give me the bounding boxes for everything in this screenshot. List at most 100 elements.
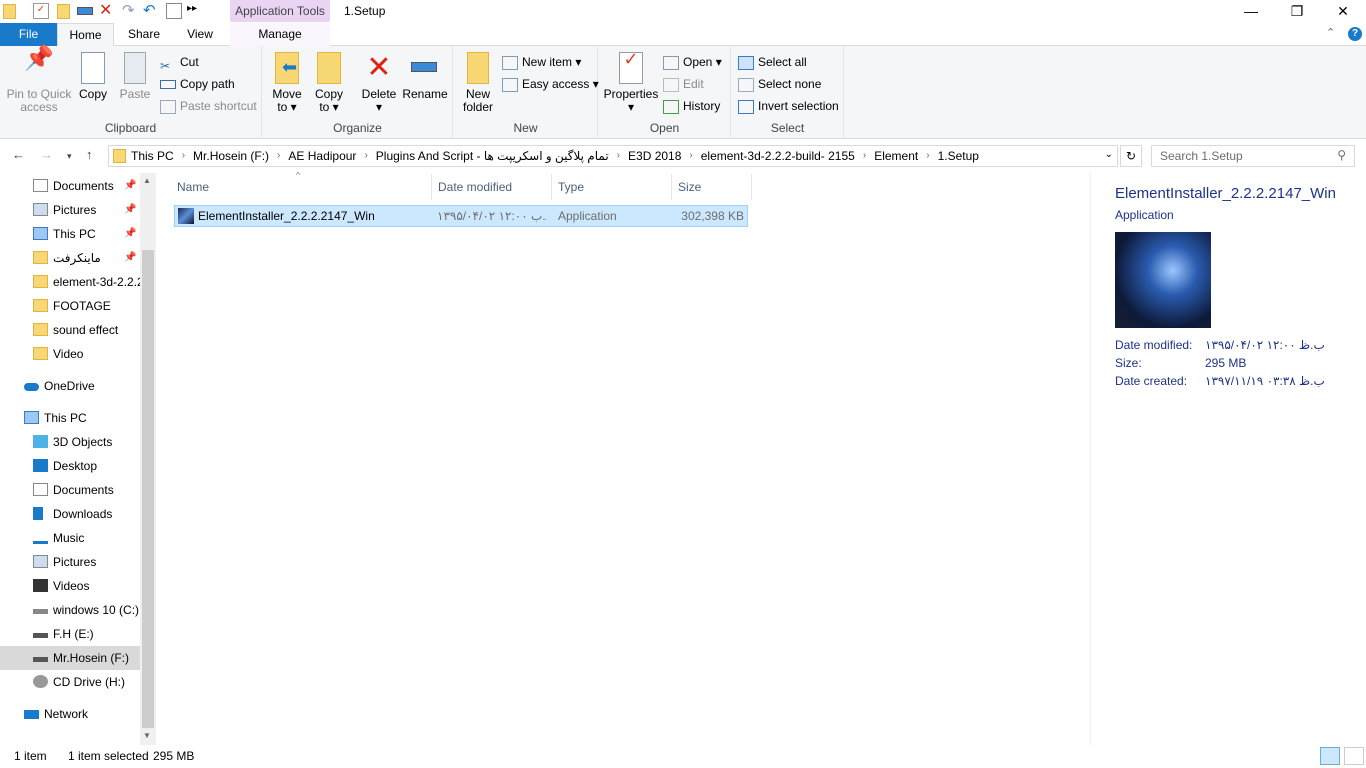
back-button[interactable]: ← [12,147,25,162]
sidebar-item-pc[interactable]: Mr.Hosein (F:) [0,646,140,670]
breadcrumb-item[interactable]: This PC [131,149,174,163]
breadcrumb-item[interactable]: E3D 2018 [628,149,681,163]
pin-quick-access-button[interactable]: 📌 Pin to Quick access [4,46,74,114]
undo-icon[interactable]: ↶ [143,3,159,19]
easy-access-button[interactable]: Easy access ▾ [502,74,599,94]
breadcrumb-separator-icon[interactable]: › [617,150,620,161]
sidebar-item-this-pc[interactable]: This PC [0,406,140,430]
tab-manage[interactable]: Manage [230,23,330,46]
property-label: Date modified: [1115,338,1193,352]
minimize-button[interactable]: — [1228,0,1274,22]
address-bar[interactable]: This PC › Mr.Hosein (F:) › AE Hadipour › Plugi… [108,145,1118,167]
large-icons-view-button[interactable] [1344,747,1364,765]
sidebar-item-pc[interactable]: F.H (E:) [0,622,140,646]
copy-path-button[interactable]: Copy path [160,74,235,94]
column-header-type[interactable]: Type [552,174,672,200]
breadcrumb-item[interactable]: AE Hadipour [288,149,356,163]
redo-icon[interactable]: ↷ [122,3,138,19]
breadcrumb-item[interactable]: 1.Setup [938,149,979,163]
new-folder-button[interactable]: New folder [460,46,496,114]
help-icon[interactable]: ? [1348,27,1362,41]
sidebar-item-quick-access[interactable]: element-3d-2.2.2 [0,270,140,294]
address-dropdown-icon[interactable]: ⌄ [1105,149,1113,160]
sidebar-item-label: This PC [53,227,96,241]
breadcrumb-item[interactable]: Element [874,149,918,163]
sidebar-item-pc[interactable]: Videos [0,574,140,598]
copy-to-button[interactable]: Copy to ▾ [309,46,349,114]
invert-selection-button[interactable]: Invert selection [738,96,839,116]
column-header-date[interactable]: Date modified [432,174,552,200]
sidebar-item-quick-access[interactable]: ماینکرفت 📌 [0,246,140,270]
properties-button[interactable]: ✓ Properties ▾ [603,46,659,114]
sidebar-item-pc[interactable]: CD Drive (H:) [0,670,140,694]
sidebar-item-pc[interactable]: Pictures [0,550,140,574]
sidebar-item-label: Documents [53,483,114,497]
group-label-organize: Organize [333,121,382,135]
rename-button[interactable]: Rename [401,46,449,101]
select-all-button[interactable]: Select all [738,52,807,72]
breadcrumb-item[interactable]: Mr.Hosein (F:) [193,149,269,163]
sidebar-item-pc[interactable]: Downloads [0,502,140,526]
edit-button[interactable]: Edit [663,74,704,94]
forward-button[interactable]: → [40,147,53,162]
properties-icon[interactable]: ✓ [33,3,49,19]
new-item-button[interactable]: New item ▾ [502,52,581,72]
move-to-button[interactable]: ⬅ Move to ▾ [267,46,307,114]
sidebar-item-onedrive[interactable]: OneDrive [0,374,140,398]
tab-share[interactable]: Share [118,23,170,46]
file-row[interactable]: ElementInstaller_2.2.2.2147_Win ۱۳۹۵/۰۴/… [174,205,748,227]
copy-icon[interactable] [166,3,182,19]
breadcrumb-separator-icon[interactable]: › [182,150,185,161]
up-button[interactable]: ↑ [86,147,93,162]
column-header-name[interactable]: Name [171,174,432,200]
breadcrumb-separator-icon[interactable]: › [364,150,367,161]
tab-home[interactable]: Home [57,23,114,47]
scroll-up-arrow[interactable]: ▲ [143,176,151,185]
delete-icon[interactable]: ✕ [99,3,115,19]
cut-button[interactable]: ✂ Cut [160,52,199,73]
breadcrumb-separator-icon[interactable]: › [863,150,866,161]
tab-file[interactable]: File [0,23,57,46]
more-icon[interactable]: ▸▸ [187,3,203,19]
copy-to-icon [317,52,341,84]
details-view-button[interactable] [1320,747,1340,765]
paste-shortcut-button[interactable]: Paste shortcut [160,96,257,116]
sidebar-item-quick-access[interactable]: Pictures 📌 [0,198,140,222]
sidebar-item-quick-access[interactable]: FOOTAGE [0,294,140,318]
open-button[interactable]: Open ▾ [663,52,722,72]
collapse-ribbon-icon[interactable]: ⌃ [1326,26,1335,39]
paste-button[interactable]: Paste [118,46,152,101]
breadcrumb-separator-icon[interactable]: › [277,150,280,161]
sidebar-item-pc[interactable]: Desktop [0,454,140,478]
select-none-button[interactable]: Select none [738,74,821,94]
sidebar-item-pc[interactable]: 3D Objects [0,430,140,454]
breadcrumb-separator-icon[interactable]: › [689,150,692,161]
breadcrumb-item[interactable]: element-3d-2.2.2-build- 2155 [701,149,855,163]
breadcrumb-item[interactable]: Plugins And Script - تمام پلاگین و اسکری… [376,149,609,163]
file-date: ۱۳۹۵/۰۴/۰۲ ب ۱۲:۰۰.... [437,209,547,223]
new-folder-icon[interactable] [57,4,70,19]
close-button[interactable]: ✕ [1320,0,1366,22]
copy-button[interactable]: Copy [76,46,110,101]
sidebar-item-pc[interactable]: windows 10 (C:) [0,598,140,622]
history-button[interactable]: History [663,96,720,116]
search-input[interactable]: Search 1.Setup ⚲ [1151,145,1355,167]
sidebar-item-quick-access[interactable]: Video [0,342,140,366]
status-bar: 1 item 1 item selected 295 MB [0,745,1366,768]
sidebar-scrollbar-thumb[interactable] [142,250,154,728]
sidebar-item-quick-access[interactable]: sound effect [0,318,140,342]
recent-locations-button[interactable]: ▾ [67,151,72,162]
maximize-button[interactable]: ❐ [1274,0,1320,22]
sidebar-item-network[interactable]: Network [0,702,140,726]
sidebar-item-quick-access[interactable]: Documents 📌 [0,174,140,198]
sidebar-item-pc[interactable]: Music [0,526,140,550]
column-header-size[interactable]: Size [672,174,752,200]
scroll-down-arrow[interactable]: ▼ [143,731,151,740]
delete-button[interactable]: ✕ Delete ▾ [359,46,399,114]
rename-icon[interactable] [77,7,93,15]
sidebar-item-pc[interactable]: Documents [0,478,140,502]
breadcrumb-separator-icon[interactable]: › [926,150,929,161]
tab-view[interactable]: View [175,23,225,46]
refresh-button[interactable]: ↻ [1120,145,1142,167]
sidebar-item-quick-access[interactable]: This PC 📌 [0,222,140,246]
